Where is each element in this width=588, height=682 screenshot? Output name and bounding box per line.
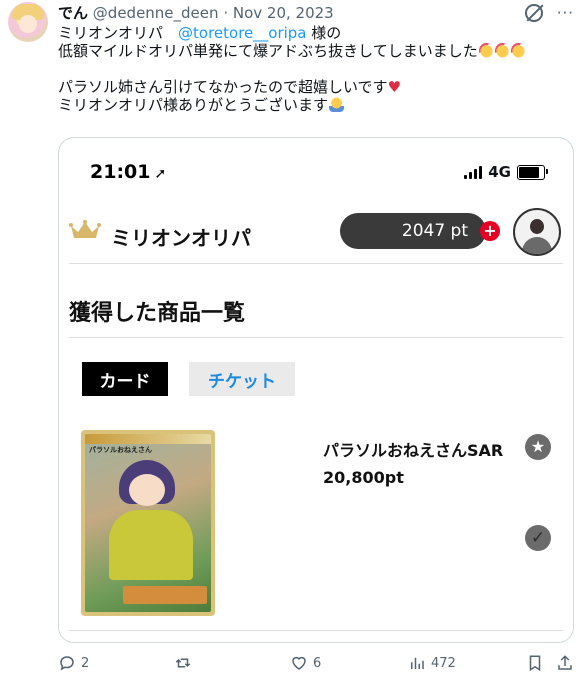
status-time-text: 21:01 [90, 161, 151, 183]
party-face-emoji-icon [494, 43, 510, 58]
reply-icon [60, 656, 74, 671]
party-face-emoji-icon [478, 43, 494, 58]
card-name-label: パラソルおねえさん [89, 446, 152, 454]
tweet-line-4: ミリオンオリパ様ありがとうございます [58, 96, 578, 114]
points-balance[interactable]: 2047 pt [340, 213, 486, 249]
add-points-button[interactable]: + [480, 221, 500, 241]
star-icon[interactable]: ★ [525, 434, 551, 460]
red-heart-emoji-icon: ♥ [387, 78, 402, 96]
tweet-line-3-text: パラソル姉さん引けてなかったので超嬉しいです [58, 78, 388, 96]
crown-icon [69, 220, 101, 238]
share-icon [558, 655, 572, 670]
tweet-line-3: パラソル姉さん引けてなかったので超嬉しいです♥ [58, 78, 578, 96]
reply-count: 2 [81, 655, 90, 671]
profile-avatar[interactable] [513, 208, 561, 256]
repost-button[interactable] [174, 652, 197, 674]
profile-head [530, 219, 544, 234]
card-header-bar [85, 434, 211, 444]
app-screenshot: 21:01 ➚ 4G ミリオンオリパ 2047 pt + 獲得した商品一覧 カード… [59, 138, 573, 642]
divider [69, 263, 563, 264]
mention-link[interactable]: @toretore__oripa [178, 24, 306, 42]
network-label: 4G [488, 163, 511, 181]
share-button[interactable] [556, 652, 574, 674]
views-count: 472 [431, 655, 456, 671]
tweet-body: ミリオンオリパ @toretore__oripa 様の 低額マイルドオリパ単発に… [58, 24, 578, 114]
app-brand-title: ミリオンオリパ [111, 226, 251, 250]
tweet-line-1-prefix: ミリオンオリパ [58, 24, 179, 42]
status-icons: 4G [464, 163, 548, 181]
tab-card[interactable]: カード [82, 362, 168, 396]
tweet-line-2: 低額マイルドオリパ単発にて爆アドぶち抜きしてしまいました [58, 42, 578, 60]
reply-button[interactable]: 2 [58, 652, 89, 674]
product-name: パラソルおねえさんSAR [323, 441, 504, 460]
praying-emoji-icon [329, 97, 345, 112]
profile-body [522, 237, 552, 254]
check-icon[interactable]: ✓ [525, 525, 551, 551]
card-character-face [129, 474, 165, 506]
heart-outline-icon [292, 656, 306, 670]
location-arrow-icon: ➚ [154, 166, 167, 182]
tweet-line-4-text: ミリオンオリパ様ありがとうございます [58, 96, 329, 114]
more-options-icon[interactable]: ··· [557, 4, 574, 22]
tweet-action-bar: 2 6 472 [58, 652, 572, 674]
card-character-body [109, 510, 193, 580]
battery-icon [517, 164, 548, 180]
tweet-line-1-suffix: 様の [306, 24, 342, 42]
tweet-header: でん @dedenne_deen · Nov 20, 2023 [58, 3, 334, 23]
divider [69, 630, 563, 631]
card-artwork: パラソルおねえさん [85, 434, 211, 612]
product-card-image[interactable]: パラソルおねえさん [81, 430, 215, 616]
grok-icon[interactable] [524, 4, 543, 22]
bookmark-icon [529, 655, 541, 672]
status-time: 21:01 ➚ [90, 161, 166, 183]
section-title: 獲得した商品一覧 [69, 301, 246, 326]
like-button[interactable]: 6 [290, 652, 321, 674]
party-face-emoji-icon [510, 43, 526, 58]
signal-icon [464, 165, 483, 179]
header-actions: ··· [524, 4, 574, 22]
views-chart-icon [411, 657, 424, 669]
card-text-box [123, 586, 207, 604]
views-button[interactable]: 472 [408, 652, 456, 674]
avatar-face [19, 15, 37, 33]
like-count: 6 [313, 655, 322, 671]
user-avatar[interactable] [8, 2, 48, 42]
tweet-media-image[interactable]: 21:01 ➚ 4G ミリオンオリパ 2047 pt + 獲得した商品一覧 カード… [58, 137, 574, 643]
tweet-line-1: ミリオンオリパ @toretore__oripa 様の [58, 24, 578, 42]
bookmark-button[interactable] [526, 652, 544, 674]
display-name[interactable]: でん [58, 4, 88, 22]
product-price: 20,800pt [323, 468, 404, 487]
divider [69, 337, 563, 338]
tweet-date[interactable]: Nov 20, 2023 [233, 4, 334, 22]
user-handle[interactable]: @dedenne_deen [93, 4, 219, 22]
header-separator: · [223, 4, 229, 22]
tweet-line-2-text: 低額マイルドオリパ単発にて爆アドぶち抜きしてしまいました [58, 42, 478, 60]
repost-icon [175, 658, 191, 668]
tab-ticket[interactable]: チケット [189, 362, 295, 396]
